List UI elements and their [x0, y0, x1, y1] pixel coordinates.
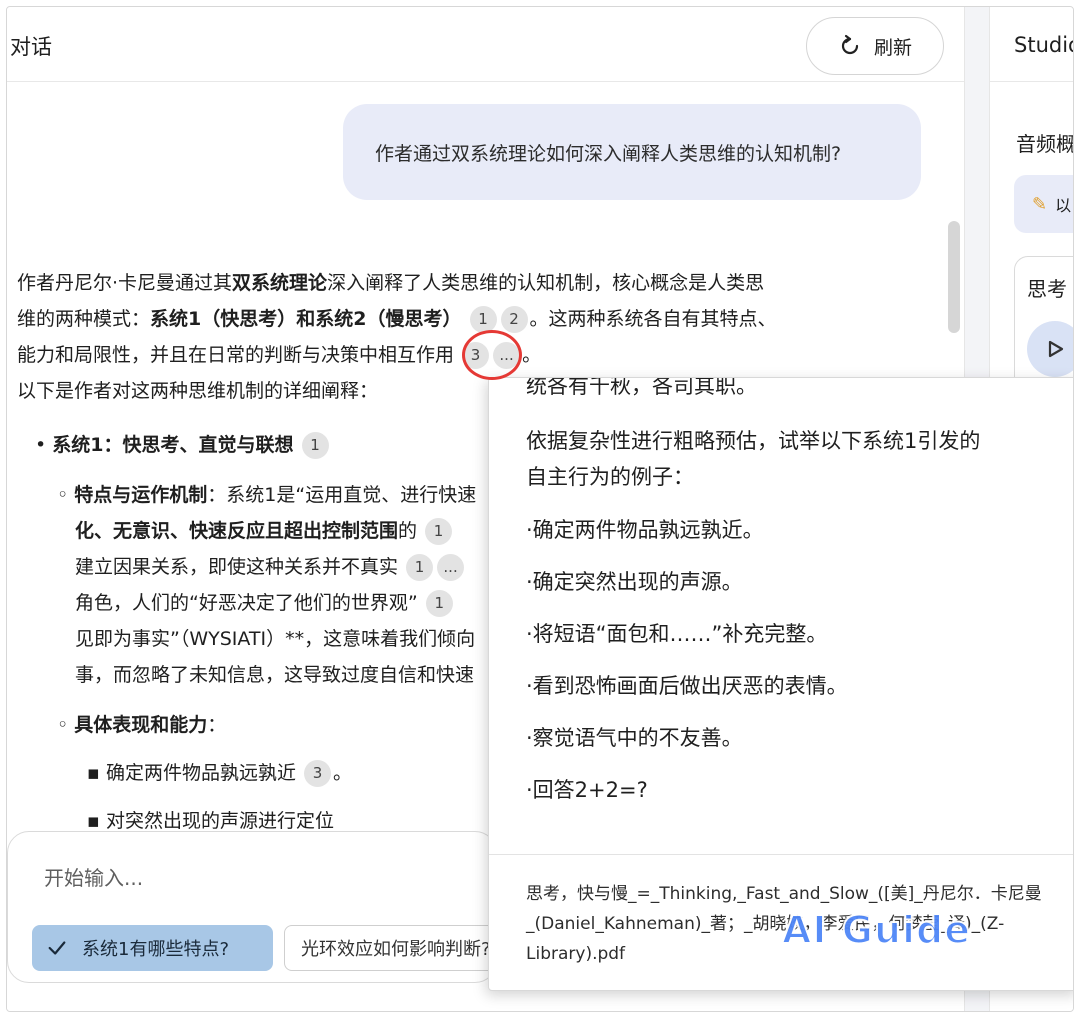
excerpt-line: ·察觉语气中的不友善。 [526, 726, 743, 750]
answer-text: 建立因果关系，即使这种关系并不真实 [75, 556, 399, 578]
answer-bold-text: 化、无意识、快速反应且超出控制范围 [75, 520, 399, 542]
circle-bullet-icon: ◦ [57, 714, 69, 736]
user-question-text: 作者通过双系统理论如何深入阐释人类思维的认知机制? [375, 142, 842, 165]
answer-text: 。这两种系统各自有其特点、 [529, 308, 777, 330]
answer-text: 见即为事实”（WYSIATI）**，这意味着我们倾向 [75, 628, 476, 650]
answer-text: 事，而忽略了未知信息，这导致过度自信和快速 [75, 664, 475, 686]
answer-text: 角色，人们的“好恶决定了他们的世界观” [75, 592, 418, 614]
square-bullet-icon: ▪ [87, 810, 100, 832]
citation-chip[interactable]: 1 [425, 590, 453, 617]
excerpt-line: ·回答2+2=? [526, 778, 648, 802]
play-button[interactable] [1027, 321, 1073, 377]
excerpt-line: ·将短语“面包和……”补充完整。 [526, 622, 828, 646]
audio-card[interactable]: ✎ 以 [1014, 175, 1073, 233]
notebook-title: 思考 [1027, 277, 1067, 301]
audio-overview-title: 音频概览 [1016, 132, 1074, 156]
square-bullet-icon: ▪ [87, 762, 100, 784]
chat-title: 对话 [10, 35, 52, 59]
checkmark-icon [48, 941, 66, 955]
excerpt-line: ·确定两件物品孰远孰近。 [526, 518, 764, 542]
sub-bullet-heading: 具体表现和能力 [74, 714, 208, 736]
answer-text: 维的两种模式： [17, 308, 151, 330]
excerpt-line: ·看到恐怖画面后做出厌恶的表情。 [526, 674, 848, 698]
answer-text: 确定两件物品孰远孰近 [105, 762, 296, 784]
bullet-heading: 系统1：快思考、直觉与联想 [52, 434, 294, 456]
answer-text: 。 [522, 344, 542, 366]
excerpt-line: 自主行为的例子： [526, 465, 694, 489]
answer-text: 能力和局限性，并且在日常的判断与决策中相互作用 [17, 344, 455, 366]
chat-header: 对话 刷新 [7, 7, 964, 82]
suggestion-label: 系统1有哪些特点? [82, 939, 230, 960]
annotation-circle [462, 330, 522, 380]
circle-bullet-icon: ◦ [57, 484, 69, 506]
answer-bold-text: 双系统理论 [232, 272, 328, 294]
refresh-icon [841, 34, 859, 55]
refresh-button[interactable]: 刷新 [806, 17, 944, 75]
notebook-audio-card[interactable]: 思考 [1014, 256, 1073, 396]
refresh-label: 刷新 [873, 36, 912, 59]
chat-input-placeholder[interactable]: 开始输入... [44, 862, 143, 891]
app-window: 对话 刷新 作者通过双系统理论如何深入阐释人类思维的认知机制? 作者丹尼尔·卡尼… [6, 6, 1074, 1012]
bullet-dot-icon: • [35, 434, 47, 456]
user-message: 作者通过双系统理论如何深入阐释人类思维的认知机制? [343, 104, 921, 200]
answer-text: 。 [333, 762, 353, 784]
play-icon [1048, 340, 1064, 358]
answer-text: ：系统1是“运用直觉、进行快速 [207, 484, 477, 506]
citation-chip[interactable]: 2 [500, 306, 528, 333]
studio-title: Studio [1014, 33, 1073, 57]
answer-bold-text: 系统1（快思考）和系统2（慢思考） [150, 308, 462, 330]
chat-input-box[interactable]: 开始输入... 系统1有哪些特点? 光环效应如何影响判断? [7, 831, 544, 983]
suggestion-label: 光环效应如何影响判断? [301, 939, 491, 960]
studio-header: Studio [990, 7, 1073, 82]
citation-more-chip[interactable]: ... [437, 554, 465, 581]
citation-chip[interactable]: 3 [304, 760, 331, 787]
watermark-logo: AI Guide [781, 907, 972, 953]
answer-text: ： [207, 714, 227, 736]
magic-wand-icon: ✎ [1032, 193, 1048, 215]
audio-card-text: 以 [1055, 196, 1072, 215]
scrollbar-thumb[interactable] [948, 221, 960, 333]
answer-text: 的 [398, 520, 418, 542]
citation-chip[interactable]: 1 [425, 518, 453, 545]
citation-chip[interactable]: 1 [469, 306, 497, 333]
excerpt-line: 统各有千秋，各司其职。 [526, 378, 757, 398]
answer-text: 作者丹尼尔·卡尼曼通过其 [17, 272, 233, 294]
answer-text: 深入阐释了人类思维的认知机制，核心概念是人类思 [327, 272, 765, 294]
citation-excerpt: 统各有千秋，各司其职。 依据复杂性进行粗略预估，试举以下系统1引发的 自主行为的… [489, 378, 1073, 854]
sub-bullet-heading: 特点与运作机制 [74, 484, 208, 506]
suggestion-chip-selected[interactable]: 系统1有哪些特点? [32, 925, 273, 971]
excerpt-line: 依据复杂性进行粗略预估，试举以下系统1引发的 [526, 429, 981, 453]
citation-popover: 统各有千秋，各司其职。 依据复杂性进行粗略预估，试举以下系统1引发的 自主行为的… [488, 377, 1073, 991]
citation-chip[interactable]: 1 [301, 432, 329, 459]
excerpt-line: ·确定突然出现的声源。 [526, 570, 743, 594]
citation-chip[interactable]: 1 [406, 554, 434, 581]
answer-text: 对突然出现的声源进行定位 [105, 810, 334, 832]
